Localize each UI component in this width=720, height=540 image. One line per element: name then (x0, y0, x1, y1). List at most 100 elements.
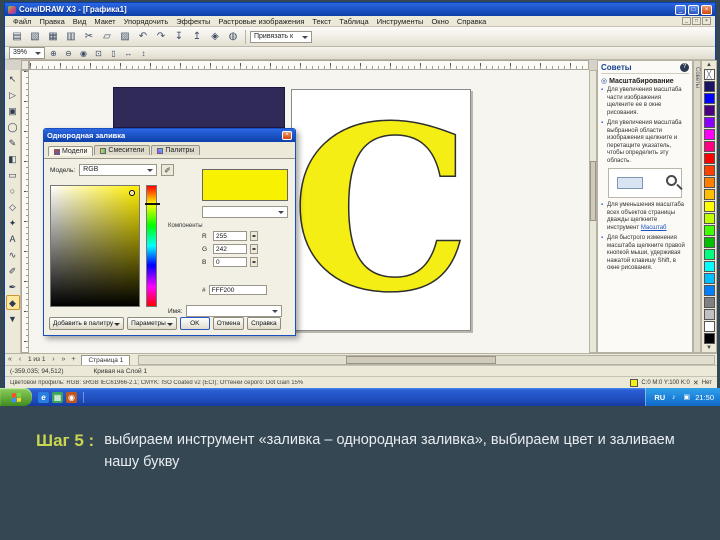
document-minimize-button[interactable]: _ (682, 17, 691, 25)
zoom-selected-icon[interactable]: ◉ (77, 47, 90, 59)
color-swatch[interactable] (703, 141, 715, 152)
color-swatch[interactable] (703, 153, 715, 164)
menu-item[interactable]: Справка (453, 16, 490, 27)
start-button[interactable] (0, 388, 32, 406)
tab-palettes[interactable]: Палитры (151, 145, 201, 155)
maximize-button[interactable]: □ (688, 4, 699, 15)
menu-item[interactable]: Текст (308, 16, 335, 27)
hex-value-field[interactable]: FFF200 (208, 285, 267, 295)
docker-help-icon[interactable]: ? (680, 63, 689, 72)
polygon-tool[interactable]: ◇ (6, 199, 20, 214)
close-button[interactable]: × (701, 4, 712, 15)
color-swatch[interactable] (703, 285, 715, 296)
show-desktop-icon[interactable]: ▦ (52, 391, 63, 403)
document-page[interactable]: C (290, 89, 472, 331)
horizontal-scrollbar[interactable] (138, 354, 715, 365)
vertical-scrollbar-thumb[interactable] (590, 161, 596, 221)
color-swatch[interactable] (703, 249, 715, 260)
r-value-field[interactable]: 255 (213, 231, 247, 241)
security-icon[interactable]: ▣ (682, 393, 691, 402)
help-button[interactable]: Справка (247, 317, 281, 330)
text-tool[interactable]: А (6, 231, 20, 246)
menu-item[interactable]: Файл (9, 16, 35, 27)
export-icon[interactable]: ↥ (189, 29, 205, 45)
last-page-icon[interactable]: » (58, 356, 68, 363)
corel-online-icon[interactable]: ◍ (225, 29, 241, 45)
color-swatch[interactable] (703, 225, 715, 236)
eyedropper-tool[interactable]: ✐ (6, 263, 20, 278)
color-swatch[interactable] (703, 93, 715, 104)
vertical-scrollbar[interactable] (589, 70, 597, 353)
tab-mixers[interactable]: Смесители (94, 145, 151, 155)
rectangle-tool[interactable]: ▭ (6, 167, 20, 182)
palette-scroll-up-icon[interactable]: ▲ (706, 62, 712, 69)
menu-item[interactable]: Таблица (335, 16, 372, 27)
outline-tool[interactable]: ✒ (6, 279, 20, 294)
color-swatch[interactable] (703, 273, 715, 284)
dialog-close-button[interactable]: × (282, 131, 292, 140)
b-spinner[interactable] (250, 257, 258, 267)
horizontal-scrollbar-thumb[interactable] (346, 355, 496, 364)
copy-icon[interactable]: ▱ (99, 29, 115, 45)
color-swatch[interactable] (703, 177, 715, 188)
color-swatch[interactable] (703, 129, 715, 140)
volume-icon[interactable]: ♪ (669, 393, 678, 402)
browser-icon[interactable]: e (38, 391, 49, 403)
zoom-tool[interactable]: ◯ (6, 119, 20, 134)
hue-slider[interactable] (145, 185, 160, 307)
redo-icon[interactable]: ↷ (153, 29, 169, 45)
color-swatch[interactable] (703, 309, 715, 320)
crop-tool[interactable]: ▣ (6, 103, 20, 118)
menu-item[interactable]: Эффекты (172, 16, 214, 27)
color-swatch[interactable] (703, 321, 715, 332)
color-options-combo[interactable] (202, 206, 288, 218)
color-selection-field[interactable] (50, 185, 140, 307)
color-marker[interactable] (129, 190, 135, 196)
color-swatch[interactable] (703, 297, 715, 308)
menu-item[interactable]: Вид (69, 16, 91, 27)
undo-icon[interactable]: ↶ (135, 29, 151, 45)
zoom-page-width-icon[interactable]: ↔ (122, 47, 135, 59)
add-page-icon[interactable]: + (68, 356, 78, 363)
cancel-button[interactable]: Отмена (212, 317, 245, 330)
menu-item[interactable]: Окно (427, 16, 452, 27)
smart-fill-tool[interactable]: ◧ (6, 151, 20, 166)
color-swatch[interactable] (703, 117, 715, 128)
import-icon[interactable]: ↧ (171, 29, 187, 45)
no-color-swatch[interactable]: ╳ (703, 69, 715, 80)
menu-item[interactable]: Макет (90, 16, 119, 27)
add-to-palette-button[interactable]: Добавить в палитру (49, 317, 125, 330)
zoom-in-icon[interactable]: ⊕ (47, 47, 60, 59)
shape-tool[interactable]: ▷ (6, 87, 20, 102)
color-swatch[interactable] (703, 189, 715, 200)
g-spinner[interactable] (250, 244, 258, 254)
color-swatch[interactable] (703, 201, 715, 212)
pick-tool[interactable]: ↖ (6, 71, 20, 86)
media-player-icon[interactable]: ◉ (66, 391, 77, 403)
paste-icon[interactable]: ▨ (117, 29, 133, 45)
b-value-field[interactable]: 0 (213, 257, 247, 267)
model-combo[interactable]: RGB (79, 164, 158, 176)
color-swatch[interactable] (703, 105, 715, 116)
zoom-all-objects-icon[interactable]: ⊡ (92, 47, 105, 59)
prev-page-icon[interactable]: ‹ (15, 356, 25, 363)
ok-button[interactable]: OK (179, 317, 210, 330)
page-tab[interactable]: Страница 1 (81, 354, 131, 365)
snap-to-combo[interactable]: Привязать к (250, 30, 312, 43)
color-swatch[interactable] (703, 213, 715, 224)
navy-rectangle-object[interactable] (113, 87, 285, 128)
print-icon[interactable]: ▥ (63, 29, 79, 45)
letter-c-object[interactable]: C (290, 96, 472, 324)
tab-models[interactable]: Модели (48, 146, 94, 156)
color-swatch[interactable] (703, 261, 715, 272)
zoom-page-icon[interactable]: ▯ (107, 47, 120, 59)
hue-slider-handle[interactable] (145, 203, 160, 205)
g-value-field[interactable]: 242 (213, 244, 247, 254)
basic-shapes-tool[interactable]: ✦ (6, 215, 20, 230)
freehand-tool[interactable]: ✎ (6, 135, 20, 150)
menu-item[interactable]: Правка (35, 16, 68, 27)
zoom-level-combo[interactable]: 39% (9, 47, 45, 59)
color-swatch[interactable] (703, 165, 715, 176)
cut-icon[interactable]: ✂ (81, 29, 97, 45)
zoom-page-height-icon[interactable]: ↕ (137, 47, 150, 59)
